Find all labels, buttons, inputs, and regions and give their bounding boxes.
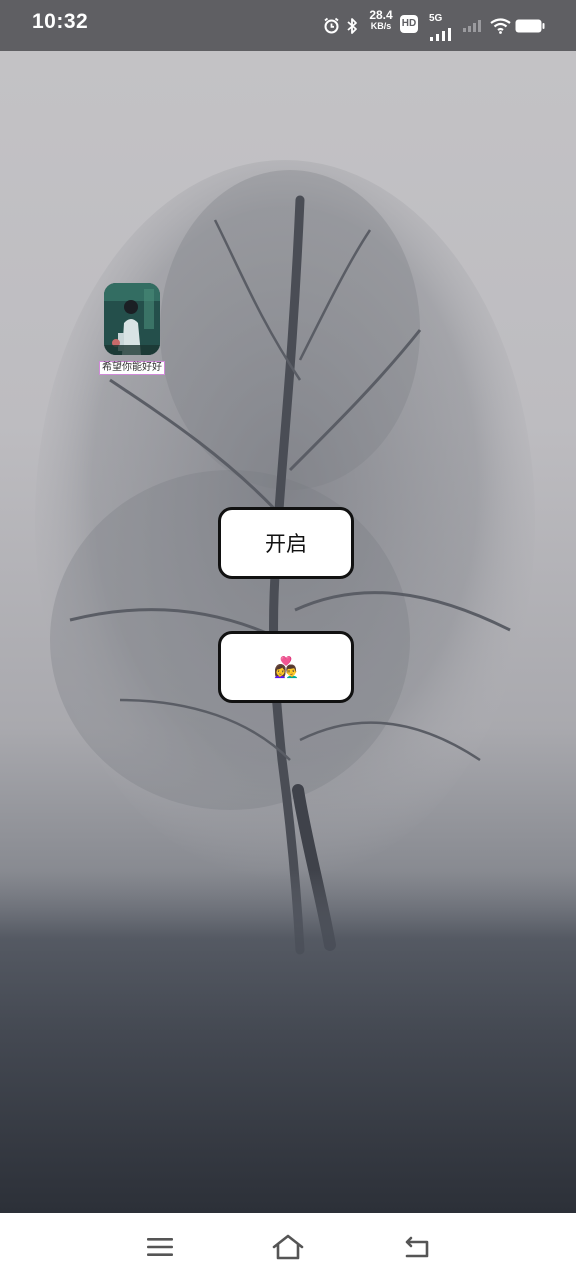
phone-screen: 10:32 28.4 KB/s HD 5G — [0, 0, 576, 1280]
couple-emoji-button[interactable]: 👩‍❤️‍👨 — [218, 631, 354, 703]
foggy-tree-image — [0, 160, 576, 1213]
navigation-bar — [0, 1213, 576, 1280]
status-clock: 10:32 — [32, 10, 89, 33]
alarm-icon — [322, 0, 340, 51]
app-icon[interactable] — [104, 283, 160, 355]
battery-icon — [514, 0, 546, 51]
status-bar: 10:32 28.4 KB/s HD 5G — [0, 0, 576, 51]
app-icon-artwork — [104, 283, 160, 355]
wallpaper — [0, 0, 576, 1213]
back-icon[interactable] — [396, 1227, 436, 1267]
shortcut-label: 希望你能好好 — [99, 361, 165, 375]
network-speed-value: 28.4 — [369, 8, 393, 22]
menu-icon[interactable] — [140, 1227, 180, 1267]
hd-badge: HD — [400, 15, 418, 33]
signal-secondary-icon — [462, 0, 484, 51]
home-icon[interactable] — [268, 1227, 308, 1267]
wifi-icon — [489, 0, 511, 51]
desktop-shortcut[interactable]: 希望你能好好 — [96, 283, 168, 375]
signal-icon — [429, 8, 455, 59]
start-button[interactable]: 开启 — [218, 507, 354, 579]
network-speed-unit: KB/s — [370, 21, 392, 31]
bluetooth-icon — [344, 0, 360, 51]
network-speed: 28.4 KB/s — [366, 8, 396, 32]
